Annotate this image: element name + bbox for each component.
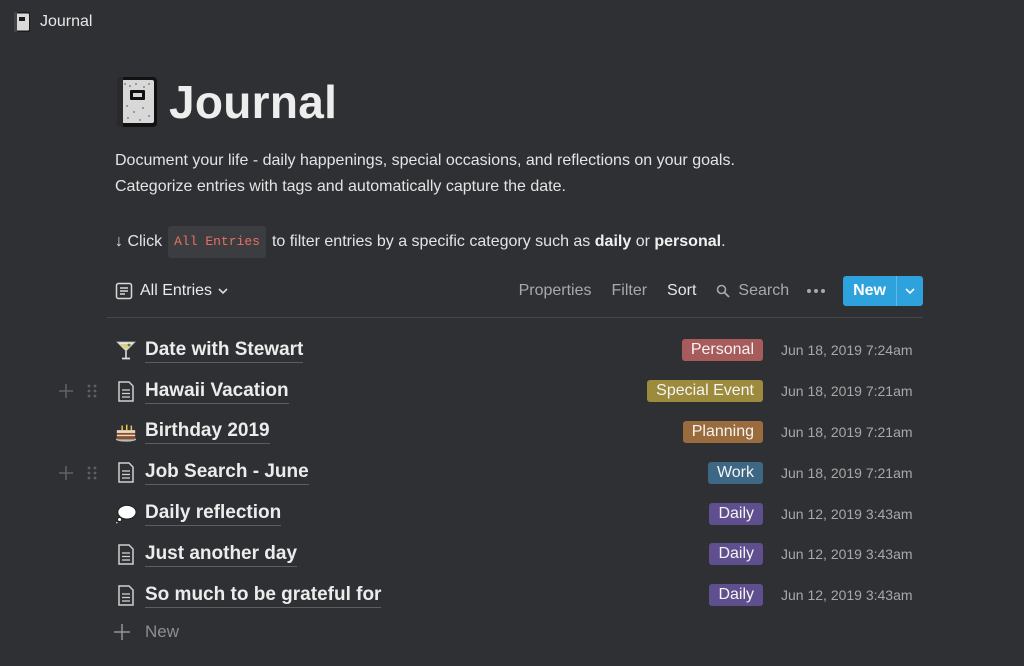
- inline-code: All Entries: [168, 226, 266, 258]
- entry-date: Jun 12, 2019 3:43am: [781, 546, 913, 563]
- database-toolbar: All Entries Properties Filter Sort Searc…: [115, 274, 923, 308]
- entry-date: Jun 12, 2019 3:43am: [781, 587, 913, 604]
- entry-name: Just another day: [145, 542, 298, 567]
- hint-bold-daily: daily: [594, 233, 632, 250]
- page-header: Journal Document your life - daily happe…: [115, 70, 923, 258]
- entry-date: Jun 18, 2019 7:21am: [781, 464, 913, 481]
- divider: [107, 317, 923, 318]
- new-dropdown-button[interactable]: [896, 276, 923, 306]
- entries-list: Date with Stewart Personal Jun 18, 2019 …: [0, 330, 1024, 616]
- entry-title[interactable]: Just another day: [115, 542, 298, 567]
- hint-middle: to filter entries by a specific category…: [271, 233, 591, 250]
- list-item[interactable]: Job Search - June Work Jun 18, 2019 7:21…: [0, 452, 1024, 493]
- entry-name: Hawaii Vacation: [145, 379, 289, 404]
- row-controls: [58, 452, 100, 493]
- tag-badge: Daily: [709, 543, 763, 566]
- entry-date: Jun 18, 2019 7:24am: [781, 342, 913, 359]
- more-options-icon[interactable]: [807, 289, 826, 293]
- entry-title[interactable]: Job Search - June: [115, 460, 309, 486]
- sort-button[interactable]: Sort: [667, 282, 696, 300]
- entry-title[interactable]: Date with Stewart: [115, 338, 304, 363]
- list-view-icon: [115, 282, 133, 300]
- breadcrumb[interactable]: Journal: [12, 10, 92, 34]
- page-icon: [115, 462, 137, 484]
- new-button-label: New: [853, 282, 886, 299]
- hint-bold-personal: personal: [654, 233, 722, 250]
- tag-badge: Daily: [709, 584, 763, 607]
- entry-title[interactable]: So much to be grateful for: [115, 583, 382, 608]
- new-entry-button[interactable]: New: [843, 276, 923, 306]
- entry-date: Jun 18, 2019 7:21am: [781, 383, 913, 400]
- list-item[interactable]: Hawaii Vacation Special Event Jun 18, 20…: [0, 371, 1024, 412]
- entry-name: Job Search - June: [145, 460, 309, 486]
- entry-name: Daily reflection: [145, 501, 282, 527]
- add-icon[interactable]: [58, 465, 74, 481]
- drag-handle-icon[interactable]: [84, 383, 100, 399]
- tag-badge: Special Event: [647, 380, 763, 403]
- entry-title[interactable]: Hawaii Vacation: [115, 379, 289, 404]
- drag-handle-icon[interactable]: [84, 465, 100, 481]
- description-line: Document your life - daily happenings, s…: [115, 152, 735, 169]
- filter-button[interactable]: Filter: [611, 282, 647, 300]
- add-new-row-button[interactable]: New: [113, 622, 179, 642]
- properties-button[interactable]: Properties: [519, 282, 592, 300]
- plus-icon: [114, 624, 130, 640]
- view-selector[interactable]: All Entries: [115, 282, 228, 300]
- chevron-down-icon: [218, 288, 228, 295]
- tag-badge: Daily: [709, 502, 763, 525]
- hint-text: ↓ Click All Entries to filter entries by…: [115, 226, 923, 258]
- entry-date: Jun 18, 2019 7:21am: [781, 423, 913, 440]
- birthday-cake-icon: [115, 421, 137, 443]
- topbar: Journal: [0, 0, 1024, 44]
- tag-badge: Personal: [681, 339, 763, 362]
- entry-date: Jun 12, 2019 3:43am: [781, 505, 913, 522]
- chevron-down-icon: [905, 288, 915, 295]
- entry-title[interactable]: Birthday 2019: [115, 419, 270, 445]
- page-icon: [115, 584, 137, 606]
- page-description: Document your life - daily happenings, s…: [115, 148, 923, 200]
- list-item[interactable]: Daily reflection Daily Jun 12, 2019 3:43…: [0, 493, 1024, 534]
- journal-book-icon: [14, 12, 30, 32]
- search-label: Search: [738, 282, 790, 299]
- entry-name: Date with Stewart: [145, 338, 304, 363]
- list-item[interactable]: Birthday 2019 Planning Jun 18, 2019 7:21…: [0, 412, 1024, 453]
- list-item[interactable]: Date with Stewart Personal Jun 18, 2019 …: [0, 330, 1024, 371]
- journal-book-icon: [117, 77, 157, 127]
- list-item[interactable]: So much to be grateful for Daily Jun 12,…: [0, 575, 1024, 616]
- hint-prefix: ↓ Click: [115, 233, 163, 250]
- hint-end: .: [721, 233, 726, 250]
- hint-or: or: [635, 233, 650, 250]
- view-label: All Entries: [140, 282, 213, 299]
- cocktail-glass-icon: [115, 339, 137, 361]
- search-button[interactable]: Search: [716, 282, 789, 300]
- tag-badge: Planning: [682, 420, 763, 443]
- page-title: Journal: [169, 76, 338, 128]
- entry-title[interactable]: Daily reflection: [115, 501, 282, 527]
- entry-name: So much to be grateful for: [145, 583, 382, 608]
- new-row-label: New: [145, 622, 180, 641]
- description-line: Categorize entries with tags and automat…: [115, 178, 566, 195]
- search-icon: [717, 284, 731, 298]
- page-icon: [115, 380, 137, 402]
- tag-badge: Work: [707, 461, 763, 484]
- row-controls: [58, 371, 100, 412]
- add-icon[interactable]: [58, 383, 74, 399]
- breadcrumb-label: Journal: [40, 13, 93, 30]
- page-icon: [115, 543, 137, 565]
- entry-name: Birthday 2019: [145, 419, 270, 445]
- list-item[interactable]: Just another day Daily Jun 12, 2019 3:43…: [0, 534, 1024, 575]
- thought-bubble-icon: [115, 503, 137, 525]
